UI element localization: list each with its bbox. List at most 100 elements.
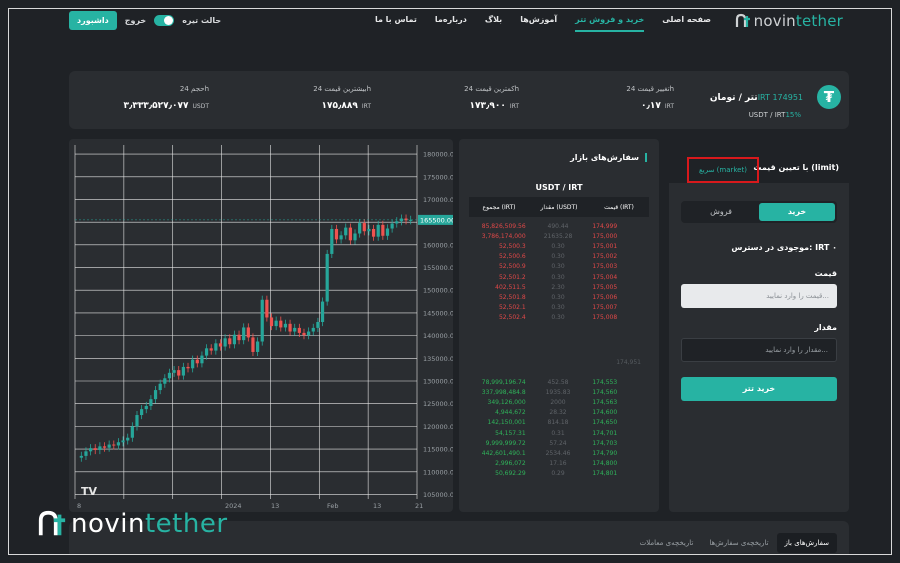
- buy-order-row[interactable]: 442,601,490.1 2534.46 174,790: [469, 448, 649, 458]
- sell-order-row[interactable]: 402,511.5 2.30 175,005: [469, 282, 649, 292]
- stat-high: بیشترین قیمت 24h ۱۷۵٫۸۸۹ IRT: [313, 85, 371, 111]
- order-total: 52,501.8: [498, 293, 526, 301]
- menu-item-tutorials[interactable]: آموزش‌ها: [520, 15, 557, 30]
- sell-order-row[interactable]: 52,502.4 0.30 175,008: [469, 313, 649, 323]
- menu-item-contact[interactable]: تماس با ما: [375, 15, 417, 30]
- price-input[interactable]: قیمت را وارد نمایید...: [681, 284, 837, 308]
- sell-order-row[interactable]: 52,502.1 0.30 175,007: [469, 303, 649, 313]
- candle-body: [353, 233, 357, 241]
- order-amount: 1935.83: [545, 388, 571, 396]
- candle-body: [255, 341, 260, 352]
- pair-title: تتر / تومان: [709, 93, 758, 103]
- candle-body: [186, 366, 190, 369]
- logout-link[interactable]: خروج: [125, 16, 146, 25]
- candle-body: [260, 299, 264, 342]
- buy-order-row[interactable]: 142,150,001 814.18 174,650: [469, 418, 649, 428]
- buy-order-row[interactable]: 9,999,999.72 57.24 174,703: [469, 438, 649, 448]
- menu-item-about[interactable]: درباره‌ما: [435, 15, 467, 30]
- tab-open-orders[interactable]: سفارش‌های باز: [776, 533, 837, 553]
- buy-order-row[interactable]: 337,998,484.8 1935.83 174,560: [469, 387, 649, 397]
- candle-body: [167, 372, 172, 379]
- buy-tab[interactable]: خرید: [759, 203, 835, 221]
- header-price: قیمت (IRT): [604, 203, 634, 211]
- price-chart[interactable]: 180000.00175000.00170000.00165000.001600…: [69, 139, 453, 512]
- order-price: 175,001: [592, 242, 618, 250]
- buy-order-row[interactable]: 50,692.29 0.29 174,801: [469, 469, 649, 479]
- order-amount: 0.30: [551, 242, 565, 250]
- menu-item-blog[interactable]: بلاگ: [485, 15, 502, 30]
- tab-market[interactable]: سریع (market): [687, 157, 759, 183]
- candle-body: [126, 437, 130, 441]
- y-tick-label: 105000.00: [423, 491, 453, 499]
- order-amount: 0.30: [551, 293, 565, 301]
- logo-text-novin: novin: [753, 12, 796, 30]
- sell-order-row[interactable]: 52,500.6 0.30 175,002: [469, 252, 649, 262]
- top-nav: novintether صفحه اصلی خرید و فروش تتر آم…: [9, 9, 891, 37]
- tab-limit[interactable]: با تعیین قیمت (limit): [753, 163, 839, 172]
- market-stats-bar: ₮ تتر / تومانIRT 174951 USDT / IRT15% تغ…: [69, 71, 849, 129]
- candle-body: [385, 228, 390, 236]
- candle-body: [214, 343, 218, 351]
- candle-body: [172, 370, 176, 373]
- candle-body: [320, 301, 325, 322]
- order-total: 402,511.5: [495, 283, 526, 291]
- candle-body: [376, 224, 380, 237]
- mid-price: 174,951: [616, 359, 641, 366]
- order-total: 85,826,509.56: [481, 222, 526, 230]
- sell-order-row[interactable]: 3,786,174,000 21635.28 175,000: [469, 231, 649, 241]
- candle-body: [112, 444, 116, 446]
- sell-order-row[interactable]: 52,501.2 0.30 175,004: [469, 272, 649, 282]
- order-price: 174,790: [592, 449, 618, 457]
- browser-frame: novintether صفحه اصلی خرید و فروش تتر آم…: [8, 8, 892, 555]
- y-tick-label: 110000.00: [423, 468, 453, 476]
- x-tick-label: 13: [271, 502, 279, 510]
- watermark-text-novin: novin: [71, 509, 145, 539]
- order-book: سفارش‌های بازار USDT / IRT مجموع (IRT) م…: [459, 139, 659, 512]
- sell-tab[interactable]: فروش: [683, 203, 759, 221]
- y-tick-label: 140000.00: [423, 332, 453, 340]
- menu-item-buy-sell[interactable]: خرید و فروش تتر: [575, 15, 645, 32]
- stat-low-value: ۱۷۳٫۹۰۰: [469, 101, 506, 111]
- order-price: 175,004: [592, 273, 618, 281]
- dashboard-button[interactable]: داشبورد: [69, 11, 117, 30]
- buy-order-row[interactable]: 2,996,072 17.16 174,800: [469, 459, 649, 469]
- order-amount: 0.30: [551, 304, 565, 312]
- order-total: 78,999,196.74: [481, 378, 526, 386]
- buy-order-row[interactable]: 349,126,000 2000 174,563: [469, 397, 649, 407]
- candle-body: [283, 323, 288, 328]
- buy-order-row[interactable]: 78,999,196.74 452.58 174,553: [469, 377, 649, 387]
- sell-order-row[interactable]: 52,500.3 0.30 175,001: [469, 241, 649, 251]
- buy-tether-button[interactable]: خرید تتر: [681, 377, 837, 401]
- menu-item-home[interactable]: صفحه اصلی: [662, 15, 711, 30]
- sell-order-row[interactable]: 85,826,509.56 490.44 174,999: [469, 221, 649, 231]
- sell-order-row[interactable]: 52,501.8 0.30 175,006: [469, 292, 649, 302]
- stat-low: کمترین قیمت 24h ۱۷۳٫۹۰۰ IRT: [464, 85, 519, 111]
- candle-body: [395, 221, 399, 224]
- candle-body: [181, 366, 185, 376]
- order-price: 175,003: [592, 263, 618, 271]
- dark-mode-toggle[interactable]: [154, 15, 175, 26]
- candle-body: [140, 409, 144, 416]
- tab-trade-history[interactable]: تاریخچه‌ی معاملات: [632, 533, 702, 553]
- y-tick-label: 170000.00: [423, 196, 453, 204]
- buy-order-row[interactable]: 54,157.31 0.31 174,701: [469, 428, 649, 438]
- order-total: 52,502.1: [498, 304, 526, 312]
- site-logo[interactable]: novintether: [735, 12, 843, 30]
- stat-change-label: تغییر قیمت 24h: [626, 85, 674, 93]
- y-tick-label: 135000.00: [423, 355, 453, 363]
- order-amount: 0.30: [551, 314, 565, 322]
- candlestick-chart-svg[interactable]: 180000.00175000.00170000.00165000.001600…: [69, 139, 453, 512]
- candle-body: [251, 337, 255, 352]
- buy-order-row[interactable]: 4,944,672 28.32 174,600: [469, 408, 649, 418]
- candle-body: [367, 228, 371, 232]
- candle-body: [334, 228, 339, 240]
- candle-body: [135, 415, 139, 427]
- sell-order-row[interactable]: 52,500.9 0.30 175,003: [469, 262, 649, 272]
- order-price: 174,600: [592, 409, 618, 417]
- order-total: 442,601,490.1: [481, 449, 526, 457]
- tab-order-history[interactable]: تاریخچه‌ی سفارش‌ها: [701, 533, 776, 553]
- watermark-logo: novintether: [37, 509, 228, 539]
- amount-input[interactable]: مقدار را وارد نمایید...: [681, 338, 837, 362]
- pair-sub: USDT / IRT: [748, 111, 786, 119]
- candle-body: [358, 223, 362, 234]
